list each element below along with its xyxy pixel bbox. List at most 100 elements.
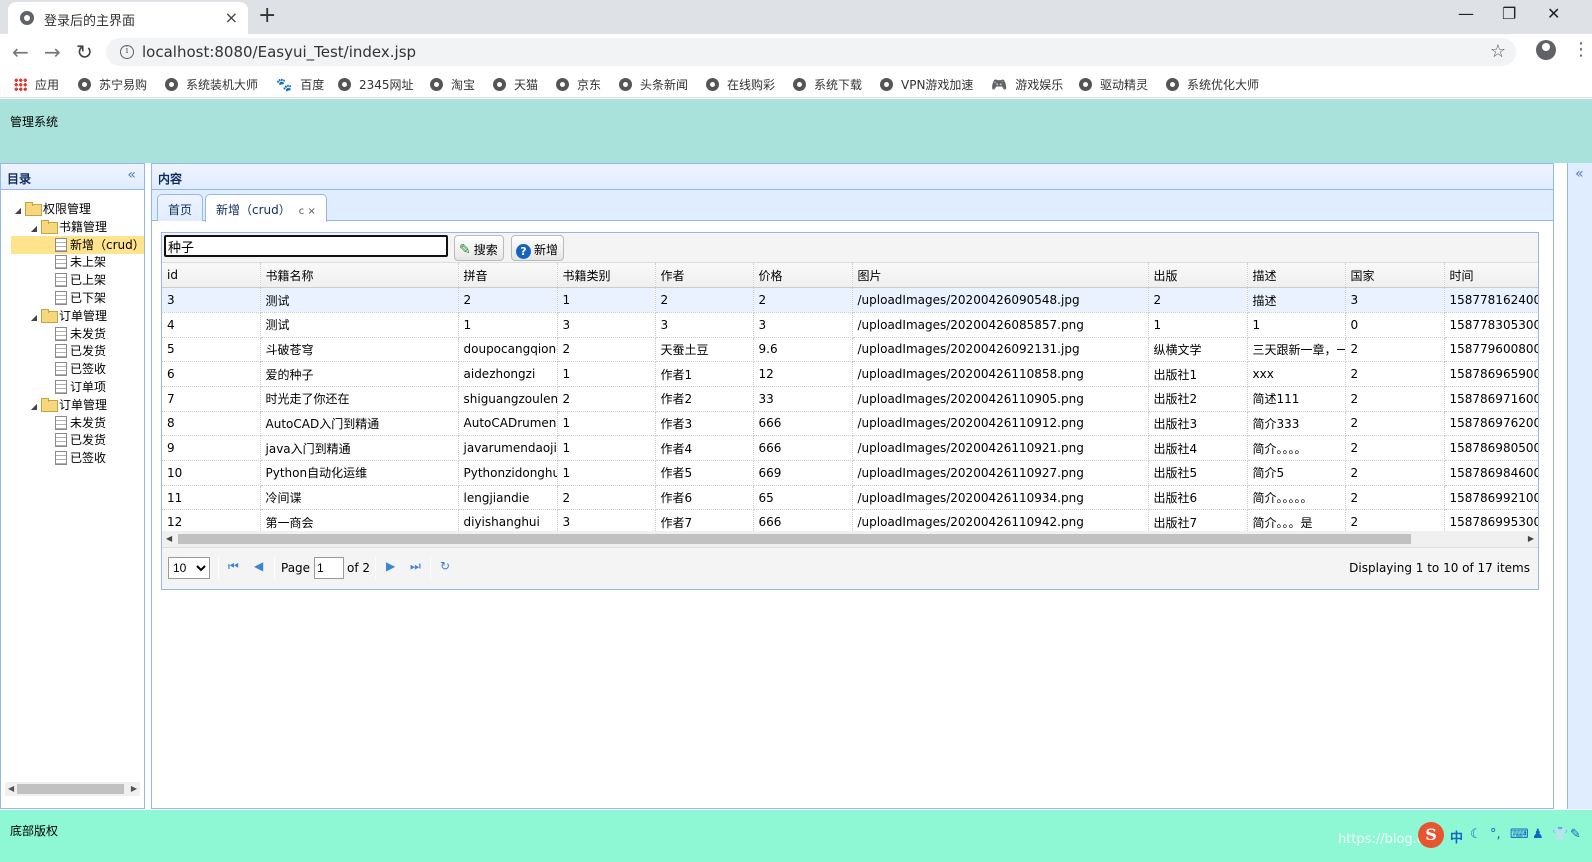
- tree-folder-node[interactable]: ◢ 书籍管理: [27, 218, 107, 236]
- tab-crud[interactable]: 新增（crud） c ×: [205, 194, 327, 222]
- column-header[interactable]: 描述: [1247, 263, 1346, 289]
- column-header[interactable]: 拼音: [458, 263, 558, 289]
- bookmark-item[interactable]: 在线购彩: [706, 76, 775, 93]
- tree-leaf-node[interactable]: 未上架: [11, 253, 106, 271]
- address-bar[interactable]: i localhost:8080/Easyui_Test/index.jsp ☆: [106, 38, 1516, 66]
- browser-menu-icon[interactable]: ⋮: [1572, 39, 1590, 60]
- table-row[interactable]: 5 斗破苍穹 doupocangqiong 2 天蚕土豆 9.6/uploadImages…: [162, 337, 1538, 363]
- tools-icon[interactable]: ♟: [1532, 827, 1544, 842]
- bookmark-item[interactable]: 京东: [556, 76, 601, 93]
- bookmark-item[interactable]: 头条新闻: [619, 76, 688, 93]
- first-page-icon[interactable]: ⏮: [228, 559, 239, 574]
- bookmark-item[interactable]: 驱动精灵: [1079, 76, 1148, 93]
- bookmark-item[interactable]: 2345网址: [338, 76, 414, 93]
- url-text[interactable]: localhost:8080/Easyui_Test/index.jsp: [142, 43, 416, 61]
- bookmark-star-icon[interactable]: ☆: [1490, 41, 1506, 62]
- page-size-select[interactable]: 10: [168, 557, 210, 579]
- table-row[interactable]: 9java入门到精通javarumendaojingtong1作者4666/up…: [162, 435, 1538, 461]
- close-window-button[interactable]: ✕: [1547, 4, 1560, 23]
- site-info-icon[interactable]: i: [120, 45, 134, 59]
- bookmark-item[interactable]: 苏宁易购: [78, 76, 147, 93]
- reload-button[interactable]: ↻: [76, 40, 93, 64]
- bookmark-item[interactable]: 天猫: [493, 76, 538, 93]
- tree-leaf-node[interactable]: 未发货: [11, 414, 106, 432]
- forward-button[interactable]: →: [44, 40, 61, 64]
- column-header[interactable]: 图片: [852, 263, 1149, 289]
- table-row[interactable]: 12 第一商会 diyishanghui 3 作者7 666/uploadImages/2…: [162, 509, 1538, 531]
- ime-toolbar[interactable]: S 中 ☾ °, ⌨ ♟ 👕 ✎: [1418, 822, 1588, 850]
- column-header[interactable]: 书籍类别: [557, 263, 656, 289]
- tab-refresh-close-icon[interactable]: c ×: [299, 206, 316, 217]
- expand-triangle-icon[interactable]: ◢: [11, 202, 25, 220]
- column-header[interactable]: 作者: [655, 263, 754, 289]
- column-header[interactable]: 书籍名称: [260, 263, 459, 289]
- scroll-right-icon[interactable]: ▶: [1528, 531, 1534, 547]
- back-button[interactable]: ←: [12, 40, 29, 64]
- search-button[interactable]: ✎ 搜索: [454, 235, 504, 261]
- table-row[interactable]: 11 冷间谍 lengjiandie 2 作者6 65/uploadImages/2020…: [162, 485, 1538, 511]
- moon-icon[interactable]: ☾: [1470, 827, 1482, 842]
- keyboard-icon[interactable]: ⌨: [1510, 827, 1529, 842]
- next-page-icon[interactable]: ▶: [386, 559, 395, 573]
- refresh-icon[interactable]: ↻: [440, 559, 450, 573]
- new-tab-button[interactable]: +: [258, 3, 276, 28]
- table-row[interactable]: 6 爱的种子 aidezhongzi 1 作者1 12/uploadImages/2020…: [162, 361, 1538, 387]
- scroll-left-icon[interactable]: ◀: [166, 531, 172, 547]
- skin-icon[interactable]: 👕: [1552, 827, 1568, 842]
- table-row[interactable]: 10Python自动化运维Pythonzidonghuayunwei1作者566…: [162, 460, 1538, 486]
- tree-leaf-node[interactable]: 订单项: [11, 378, 106, 396]
- scrollbar-thumb[interactable]: [178, 534, 1411, 544]
- tree-leaf-node[interactable]: 已上架: [11, 271, 106, 289]
- page-number-input[interactable]: [314, 557, 344, 579]
- scrollbar-thumb[interactable]: [17, 784, 124, 794]
- table-row[interactable]: 4 测试 1 3 3 3/uploadImages/20200426085857.png 1…: [162, 312, 1538, 338]
- bookmark-item[interactable]: 🐾 百度: [276, 76, 324, 93]
- tree-leaf-node[interactable]: 新增（crud）: [11, 235, 145, 254]
- browser-tab[interactable]: 登录后的主界面 ×: [8, 2, 248, 34]
- table-row[interactable]: 8AutoCAD入门到精通AutoCADrumendaojingtong1作者3…: [162, 411, 1538, 437]
- tree-folder-node[interactable]: ◢ 订单管理: [27, 396, 107, 414]
- bookmark-item[interactable]: 系统下载: [793, 76, 862, 93]
- add-button[interactable]: ? 新增: [511, 235, 565, 261]
- table-row[interactable]: 7时光走了你还在shiguangzoulenihaizai2作者233/uplo…: [162, 386, 1538, 412]
- expand-east-icon[interactable]: «: [1575, 166, 1584, 182]
- tree-leaf-node[interactable]: 已发货: [11, 431, 106, 449]
- close-tab-icon[interactable]: ×: [225, 8, 238, 27]
- east-collapsed-panel[interactable]: «: [1567, 163, 1592, 809]
- tree-folder-node[interactable]: ◢ 订单管理: [27, 307, 107, 325]
- column-header[interactable]: id: [162, 263, 261, 289]
- west-horizontal-scrollbar[interactable]: ◀ ▶: [5, 782, 140, 796]
- collapse-west-icon[interactable]: «: [127, 167, 136, 183]
- pen-icon[interactable]: ✎: [1570, 827, 1581, 842]
- column-header[interactable]: 价格: [753, 263, 853, 289]
- sogou-logo-icon[interactable]: S: [1418, 822, 1444, 848]
- tree-folder-node[interactable]: ◢ 权限管理: [11, 200, 91, 218]
- bookmark-item[interactable]: VPN游戏加速: [880, 76, 973, 93]
- datagrid-horizontal-scrollbar[interactable]: ◀ ▶: [162, 531, 1538, 547]
- prev-page-icon[interactable]: ◀: [254, 559, 263, 573]
- punctuation-icon[interactable]: °,: [1490, 827, 1501, 842]
- bookmark-item[interactable]: 🎮 游戏娱乐: [991, 76, 1063, 93]
- column-header[interactable]: 国家: [1345, 263, 1445, 289]
- bookmark-apps[interactable]: 应用: [14, 76, 59, 93]
- scroll-right-icon[interactable]: ▶: [131, 782, 137, 796]
- restore-window-button[interactable]: ❐: [1502, 4, 1516, 23]
- tree-leaf-node[interactable]: 已签收: [11, 449, 106, 467]
- tree-leaf-node[interactable]: 未发货: [11, 325, 106, 343]
- table-row[interactable]: 3 测试 2 1 2 2/uploadImages/20200426090548.jpg 2…: [162, 287, 1538, 313]
- tree-leaf-node[interactable]: 已签收: [11, 360, 106, 378]
- last-page-icon[interactable]: ⏭: [410, 559, 421, 574]
- search-input[interactable]: [164, 235, 448, 257]
- column-header[interactable]: 出版: [1148, 263, 1248, 289]
- tree-leaf-node[interactable]: 已发货: [11, 342, 106, 360]
- minimize-window-button[interactable]: —: [1458, 4, 1474, 23]
- ime-chinese-mode[interactable]: 中: [1450, 827, 1463, 846]
- column-header[interactable]: 时间: [1444, 263, 1538, 289]
- tree-leaf-node[interactable]: 已下架: [11, 289, 106, 307]
- scroll-left-icon[interactable]: ◀: [8, 782, 14, 796]
- tab-home[interactable]: 首页: [157, 194, 204, 221]
- bookmark-item[interactable]: 淘宝: [430, 76, 475, 93]
- bookmark-item[interactable]: 系统装机大师: [165, 76, 258, 93]
- profile-avatar-icon[interactable]: [1536, 40, 1556, 60]
- bookmark-item[interactable]: 系统优化大师: [1166, 76, 1259, 93]
